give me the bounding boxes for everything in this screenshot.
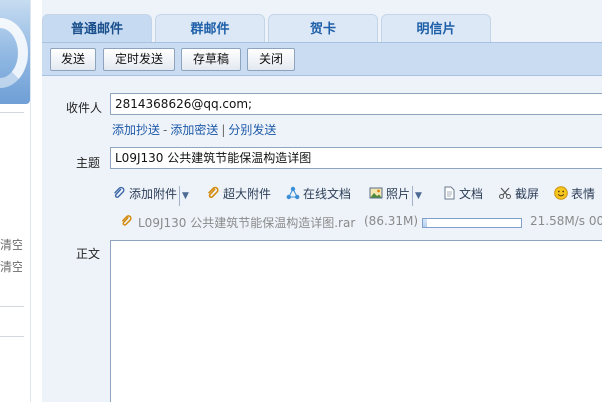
photo-label: 照片 — [386, 187, 411, 201]
paperclip-icon — [206, 186, 220, 200]
send-button[interactable]: 发送 — [50, 48, 96, 71]
large-attachment-button[interactable]: 超大附件 — [206, 184, 271, 204]
separate-send-link[interactable]: 分别发送 — [228, 123, 276, 137]
subject-label: 主题 — [76, 156, 101, 170]
sidebar-divider — [0, 336, 24, 337]
sidebar-clear-link-2[interactable]: 清空] — [0, 258, 22, 275]
upload-speed: 21.58M/s 00 — [530, 214, 602, 228]
left-sidebar: 清空] 清空] — [0, 0, 30, 402]
link-separator: - — [163, 123, 168, 137]
recipient-label: 收件人 — [66, 101, 103, 115]
compose-form: 收件人 2814368626@qq.com; 添加抄送 - 添加密送 | 分别发送 主题… — [42, 77, 602, 402]
tab-normal-mail[interactable]: 普通邮件 — [42, 14, 152, 42]
emoticon-label: 表情 — [571, 187, 596, 201]
upload-progress-bar — [422, 218, 522, 228]
online-doc-label: 在线文档 — [303, 187, 352, 201]
photo-button[interactable]: 照片 ▼ — [369, 184, 424, 206]
tab-greeting-card[interactable]: 贺卡 — [268, 14, 378, 42]
smiley-icon — [554, 186, 568, 200]
emoticon-button[interactable]: 表情 — [554, 184, 595, 204]
sidebar-border — [30, 0, 31, 402]
upload-item: L09J130 公共建筑节能保温构造详图.rar (86.31M) 21.58M… — [116, 214, 602, 232]
share-nodes-icon — [286, 186, 300, 200]
screenshot-label: 截屏 — [515, 187, 540, 201]
mail-compose-window: 清空] 清空] 普通邮件 群邮件 贺卡 明信片 发送 定时发送 存草稿 关闭 收… — [0, 0, 602, 402]
compose-panel: 普通邮件 群邮件 贺卡 明信片 发送 定时发送 存草稿 关闭 收件人 28143… — [42, 0, 602, 402]
recipient-options: 添加抄送 - 添加密送 | 分别发送 — [112, 121, 276, 138]
add-attachment-label: 添加附件 — [129, 187, 178, 201]
body-label: 正文 — [76, 247, 101, 261]
paperclip-icon — [112, 186, 126, 200]
large-attachment-label: 超大附件 — [223, 187, 272, 201]
recipient-input[interactable]: 2814368626@qq.com; — [110, 93, 602, 115]
link-separator: | — [221, 123, 226, 137]
scissors-icon — [498, 186, 512, 200]
chevron-down-icon[interactable]: ▼ — [179, 186, 191, 206]
document-icon — [442, 186, 456, 200]
tab-postcard[interactable]: 明信片 — [381, 14, 491, 42]
logo — [0, 0, 30, 104]
body-editor[interactable] — [110, 240, 602, 402]
sidebar-divider — [0, 306, 24, 307]
compose-tabs: 普通邮件 群邮件 贺卡 明信片 — [42, 14, 602, 42]
photo-icon — [369, 186, 383, 200]
screenshot-button[interactable]: 截屏 — [498, 184, 539, 204]
document-label: 文档 — [459, 187, 484, 201]
document-button[interactable]: 文档 — [442, 184, 483, 204]
attachment-toolbar: 添加附件 ▼ 超大附件 在线文档 照片 ▼ 文档 截屏 表情 — [110, 182, 602, 206]
close-button[interactable]: 关闭 — [247, 48, 295, 71]
upload-file-size: (86.31M) — [364, 214, 419, 228]
scheduled-send-button[interactable]: 定时发送 — [103, 48, 175, 71]
add-attachment-button[interactable]: 添加附件 ▼ — [112, 184, 191, 206]
upload-progress-fill — [423, 219, 427, 227]
save-draft-button[interactable]: 存草稿 — [181, 48, 241, 71]
sidebar-clear-link-1[interactable]: 清空] — [0, 236, 22, 253]
add-cc-link[interactable]: 添加抄送 — [112, 123, 160, 137]
tab-group-mail[interactable]: 群邮件 — [155, 14, 265, 42]
compose-toolbar: 发送 定时发送 存草稿 关闭 — [42, 42, 602, 76]
paperclip-icon — [120, 214, 133, 231]
online-doc-button[interactable]: 在线文档 — [286, 184, 351, 204]
subject-input[interactable]: L09J130 公共建筑节能保温构造详图 — [110, 147, 602, 169]
sidebar-divider — [0, 112, 24, 113]
add-bcc-link[interactable]: 添加密送 — [170, 123, 218, 137]
chevron-down-icon[interactable]: ▼ — [412, 186, 424, 206]
upload-file-name: L09J130 公共建筑节能保温构造详图.rar — [138, 216, 356, 230]
